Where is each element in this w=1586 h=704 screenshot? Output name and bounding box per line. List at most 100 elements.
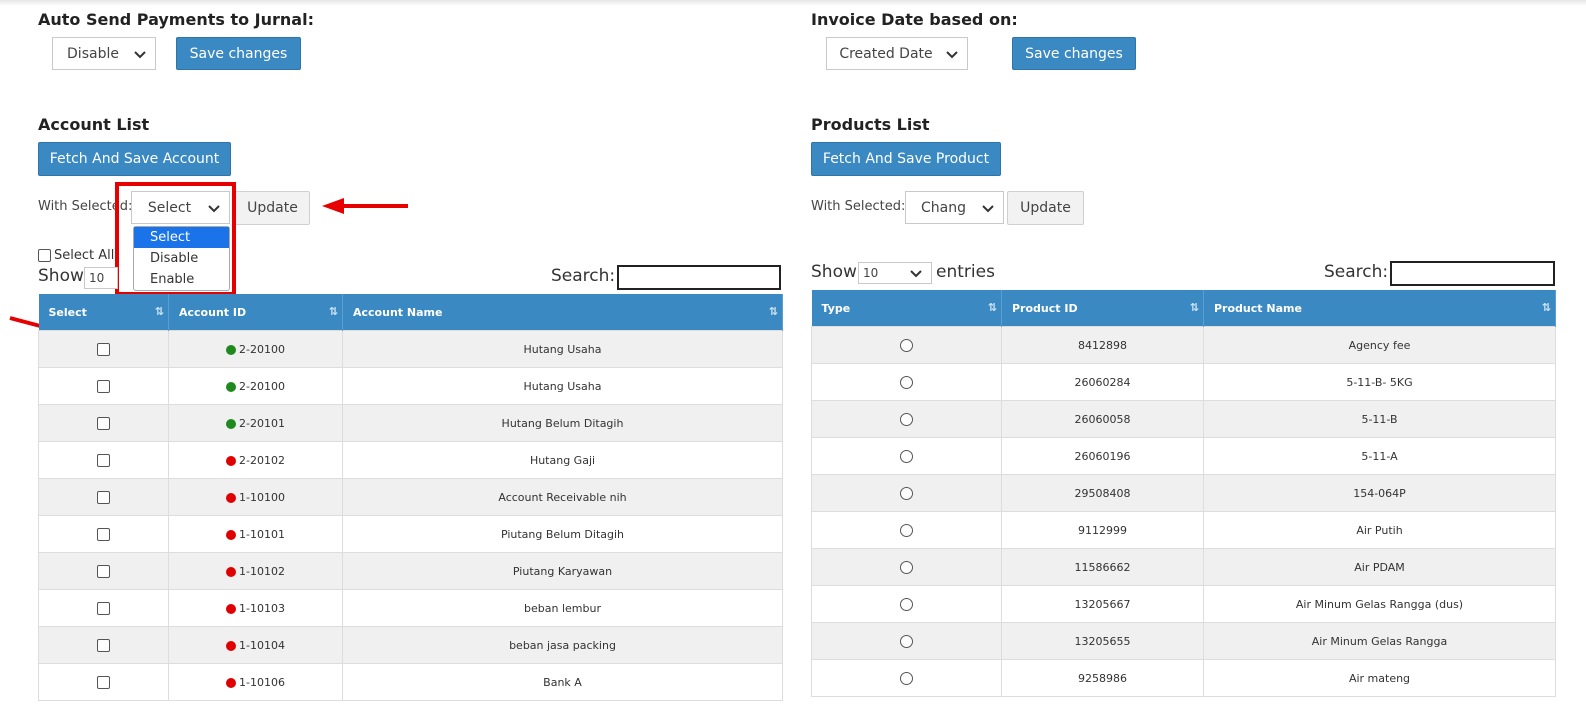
row-checkbox[interactable] <box>97 601 110 615</box>
select-cell <box>38 515 169 553</box>
column-header-type[interactable]: Type ⇅ <box>811 290 1002 327</box>
product-id-cell: 9258986 <box>1001 659 1204 697</box>
table-row: 26060058 5-11-B <box>811 400 1556 438</box>
product-id-cell: 26060196 <box>1001 437 1204 475</box>
product-name-cell: Air mateng <box>1203 659 1556 697</box>
type-cell <box>811 659 1002 697</box>
account-id-cell: 2-20100 <box>168 367 343 405</box>
table-row: 26060284 5-11-B- 5KG <box>811 363 1556 401</box>
table-row: 2-20100 Hutang Usaha <box>38 367 783 405</box>
status-dot-icon <box>226 344 237 355</box>
row-radio[interactable] <box>900 634 913 648</box>
column-header-select[interactable]: Select ⇅ <box>38 294 169 331</box>
row-radio[interactable] <box>900 597 913 611</box>
select-all[interactable]: Select All <box>38 248 114 263</box>
select-cell <box>38 404 169 442</box>
table-row: 2-20101 Hutang Belum Ditagih <box>38 404 783 442</box>
row-radio[interactable] <box>900 523 913 537</box>
show-entries-value: 10 <box>89 271 105 285</box>
sort-icon: ⇅ <box>328 305 338 318</box>
table-row: 13205667 Air Minum Gelas Rangga (dus) <box>811 585 1556 623</box>
select-cell <box>38 330 169 368</box>
row-checkbox[interactable] <box>97 675 110 689</box>
type-cell <box>811 548 1002 586</box>
row-checkbox[interactable] <box>97 490 110 504</box>
fetch-save-product-button[interactable]: Fetch And Save Product <box>811 142 1001 176</box>
product-id-cell: 8412898 <box>1001 326 1204 364</box>
row-radio[interactable] <box>900 375 913 389</box>
column-header-product-name[interactable]: Product Name ⇅ <box>1203 290 1556 327</box>
row-checkbox[interactable] <box>97 527 110 541</box>
product-name-cell: Air Putih <box>1203 511 1556 549</box>
row-radio[interactable] <box>900 412 913 426</box>
table-row: 1-10101 Piutang Belum Ditagih <box>38 515 783 553</box>
sort-icon: ⇅ <box>1189 301 1199 314</box>
invoice-date-select[interactable]: Created Date <box>826 37 968 70</box>
table-row: 26060196 5-11-A <box>811 437 1556 475</box>
product-update-button[interactable]: Update <box>1007 191 1084 225</box>
account-name-cell: Hutang Usaha <box>342 367 783 405</box>
select-cell <box>38 626 169 664</box>
select-all-checkbox[interactable] <box>38 249 51 262</box>
account-id: 2-20100 <box>239 342 285 356</box>
table-row: 9112999 Air Putih <box>811 511 1556 549</box>
account-id-cell: 2-20101 <box>168 404 343 442</box>
table-row: 9258986 Air mateng <box>811 659 1556 697</box>
account-id: 1-10103 <box>239 601 285 615</box>
sort-icon: ⇅ <box>1541 301 1551 314</box>
table-row: 1-10102 Piutang Karyawan <box>38 552 783 590</box>
invoice-date-save-button[interactable]: Save changes <box>1012 37 1136 70</box>
status-dot-icon <box>226 566 237 577</box>
status-dot-icon <box>226 603 237 614</box>
account-name-cell: Piutang Belum Ditagih <box>342 515 783 553</box>
status-dot-icon <box>226 492 237 503</box>
type-cell <box>811 326 1002 364</box>
product-id-cell: 9112999 <box>1001 511 1204 549</box>
show-label: Show <box>38 266 84 286</box>
product-name-cell: 154-064P <box>1203 474 1556 512</box>
row-radio[interactable] <box>900 560 913 574</box>
row-checkbox[interactable] <box>97 638 110 652</box>
row-radio[interactable] <box>900 449 913 463</box>
product-name-cell: Air Minum Gelas Rangga (dus) <box>1203 585 1556 623</box>
product-id-cell: 26060284 <box>1001 363 1204 401</box>
product-id-cell: 13205655 <box>1001 622 1204 660</box>
table-row: 13205655 Air Minum Gelas Rangga <box>811 622 1556 660</box>
row-radio[interactable] <box>900 338 913 352</box>
account-id: 1-10100 <box>239 490 285 504</box>
product-show-entries-select[interactable]: 10 <box>858 262 932 284</box>
status-dot-icon <box>226 418 237 429</box>
table-row: 1-10103 beban lembur <box>38 589 783 627</box>
table-row: 1-10106 Bank A <box>38 663 783 701</box>
type-cell <box>811 511 1002 549</box>
product-with-selected-select[interactable]: Chang <box>905 191 1004 224</box>
chevron-down-icon <box>910 270 922 278</box>
account-id-cell: 2-20100 <box>168 330 343 368</box>
row-radio[interactable] <box>900 486 913 500</box>
account-name-cell: beban lembur <box>342 589 783 627</box>
account-search-input[interactable] <box>617 265 781 290</box>
status-dot-icon <box>226 640 237 651</box>
account-id-cell: 1-10103 <box>168 589 343 627</box>
row-checkbox[interactable] <box>97 564 110 578</box>
row-checkbox[interactable] <box>97 342 110 356</box>
column-header-product-id[interactable]: Product ID ⇅ <box>1001 290 1204 327</box>
invoice-date-title: Invoice Date based on: <box>811 10 1018 29</box>
column-header-account-name[interactable]: Account Name ⇅ <box>342 294 783 331</box>
row-checkbox[interactable] <box>97 416 110 430</box>
product-show-label: Show <box>811 262 857 282</box>
type-cell <box>811 437 1002 475</box>
select-cell <box>38 478 169 516</box>
product-name-cell: 5-11-B- 5KG <box>1203 363 1556 401</box>
column-header-account-id[interactable]: Account ID ⇅ <box>168 294 343 331</box>
row-radio[interactable] <box>900 671 913 685</box>
show-entries-select[interactable]: 10 <box>84 267 118 289</box>
account-name-cell: Hutang Belum Ditagih <box>342 404 783 442</box>
row-checkbox[interactable] <box>97 453 110 467</box>
product-search-label: Search: <box>1324 262 1389 282</box>
product-with-selected-label: With Selected: <box>811 199 906 214</box>
product-search-input[interactable] <box>1390 261 1555 286</box>
row-checkbox[interactable] <box>97 379 110 393</box>
arrow-to-update <box>322 198 408 214</box>
account-table: Select ⇅ Account ID ⇅ Account Name ⇅ 2-2010… <box>38 294 783 701</box>
